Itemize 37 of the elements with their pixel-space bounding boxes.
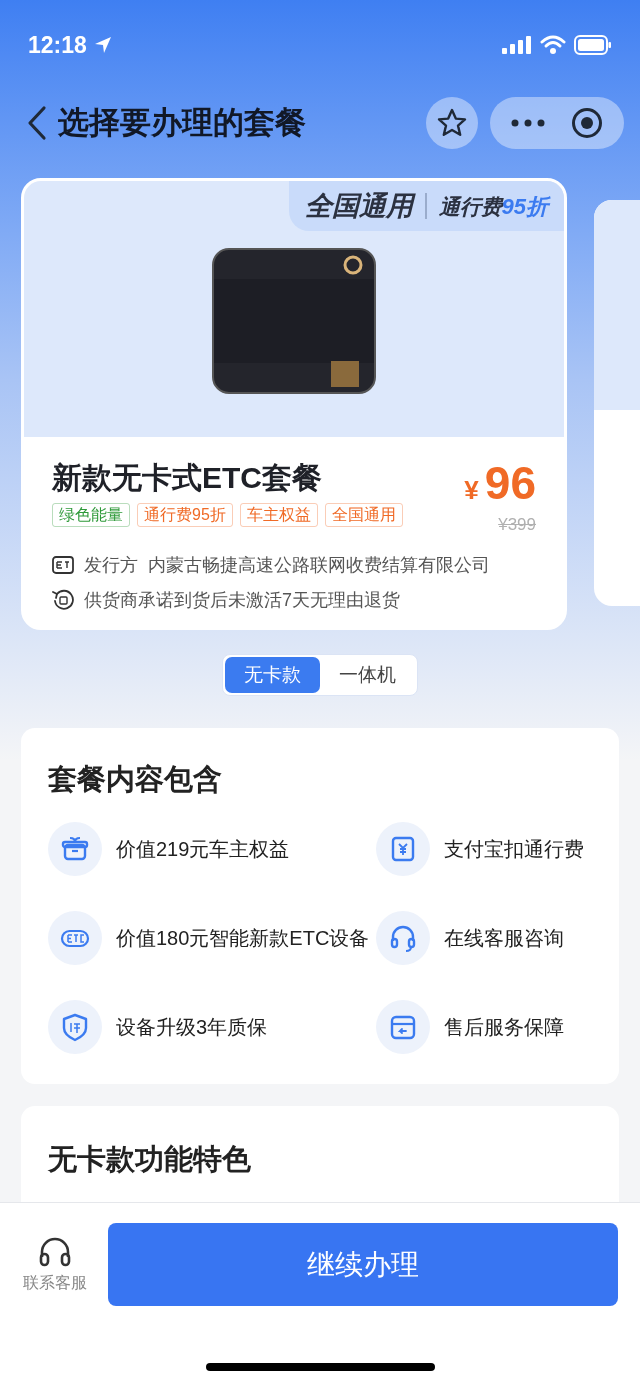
- tag: 通行费95折: [137, 503, 233, 527]
- tag: 车主权益: [239, 503, 318, 527]
- original-price: ¥399: [498, 514, 536, 536]
- price: 96: [484, 459, 536, 507]
- product-title: 新款无卡式ETC套餐: [52, 460, 323, 496]
- tag: 全国通用: [324, 503, 403, 527]
- segment-tab[interactable]: 无卡款: [225, 657, 320, 693]
- favorite-button[interactable]: [426, 97, 478, 149]
- section-title: 套餐内容包含: [48, 762, 223, 797]
- continue-button[interactable]: 继续办理: [108, 1223, 618, 1306]
- banner-discount-label: 通行费: [438, 193, 502, 220]
- back-icon[interactable]: [26, 105, 48, 141]
- package-item: 价值180元智能新款ETC设备: [116, 925, 370, 951]
- shield-icon: [60, 1011, 90, 1042]
- package-item: 在线客服咨询: [444, 925, 564, 951]
- return-icon: [52, 589, 74, 611]
- close-target-icon[interactable]: [571, 107, 603, 139]
- package-item: 价值219元车主权益: [116, 836, 290, 862]
- segment-tab[interactable]: 一体机: [320, 657, 415, 693]
- price-symbol: ¥: [464, 474, 479, 507]
- section-title: 无卡款功能特色: [48, 1141, 252, 1177]
- customer-service-button[interactable]: 联系客服: [20, 1234, 90, 1295]
- tag: 绿色能量: [52, 503, 130, 527]
- page-title: 选择要办理的套餐: [58, 103, 307, 142]
- wifi-icon: [540, 35, 566, 55]
- battery-icon: [574, 35, 612, 55]
- etc-icon: [52, 555, 74, 575]
- more-icon[interactable]: [511, 119, 545, 127]
- star-icon: [437, 108, 467, 138]
- issuer-label: 发行方: [84, 553, 138, 577]
- package-item: 售后服务保障: [444, 1014, 564, 1040]
- signal-icon: [502, 36, 532, 54]
- package-item: 支付宝扣通行费: [444, 836, 584, 862]
- issuer-name: 内蒙古畅捷高速公路联网收费结算有限公司: [148, 553, 490, 577]
- return-policy: 供货商承诺到货后未激活7天无理由退货: [84, 588, 400, 612]
- status-time: 12:18: [28, 30, 87, 60]
- package-item: 设备升级3年质保: [116, 1014, 268, 1040]
